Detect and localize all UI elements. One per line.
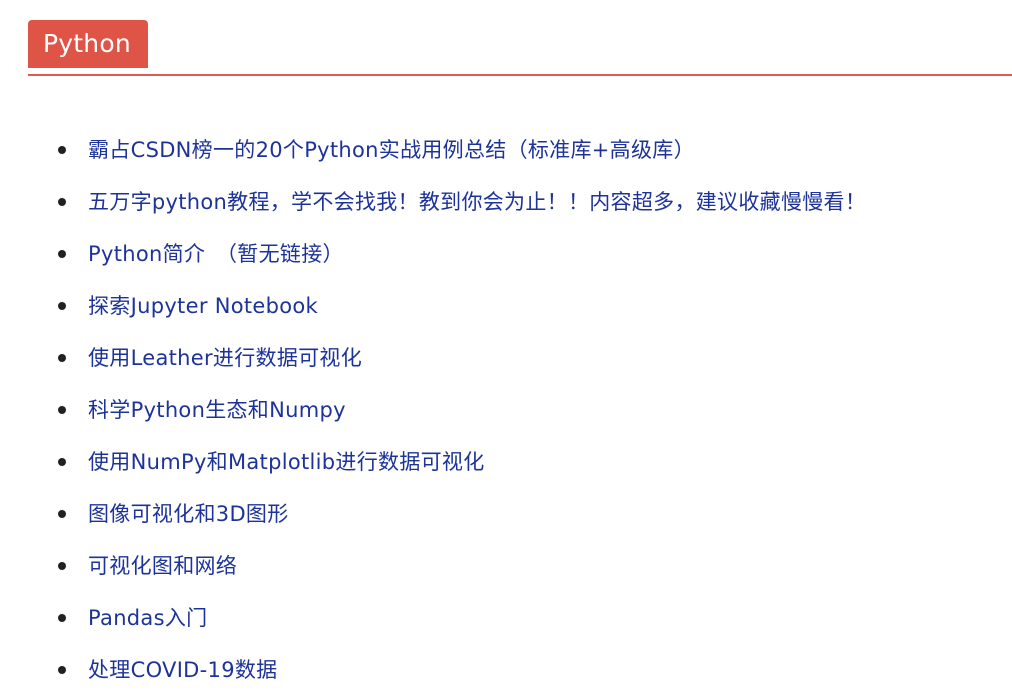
bullet-icon xyxy=(58,146,66,154)
bullet-icon xyxy=(58,510,66,518)
section-title-tag: Python xyxy=(28,20,148,68)
article-link[interactable]: 处理COVID-19数据 xyxy=(88,644,277,696)
article-link[interactable]: 使用Leather进行数据可视化 xyxy=(88,332,362,384)
article-link[interactable]: 探索Jupyter Notebook xyxy=(88,280,318,332)
article-link[interactable]: Python简介 （暂无链接） xyxy=(88,228,344,280)
bullet-icon xyxy=(58,198,66,206)
article-link[interactable]: Pandas入门 xyxy=(88,592,207,644)
bullet-icon xyxy=(58,354,66,362)
bullet-icon xyxy=(58,406,66,414)
article-link[interactable]: 霸占CSDN榜一的20个Python实战用例总结（标准库+高级库） xyxy=(88,124,695,176)
bullet-icon xyxy=(58,458,66,466)
bullet-icon xyxy=(58,250,66,258)
bullet-icon xyxy=(58,666,66,674)
article-link[interactable]: 科学Python生态和Numpy xyxy=(88,384,346,436)
bullet-icon xyxy=(58,614,66,622)
article-link[interactable]: 五万字python教程，学不会找我！教到你会为止！！内容超多，建议收藏慢慢看！ xyxy=(88,176,866,228)
bullet-icon xyxy=(58,562,66,570)
python-section: Python 霸占CSDN榜一的20个Python实战用例总结（标准库+高级库）… xyxy=(0,0,1012,696)
article-link[interactable]: 可视化图和网络 xyxy=(88,540,237,592)
section-header: Python xyxy=(28,20,1012,76)
bullet-icon xyxy=(58,302,66,310)
article-link[interactable]: 图像可视化和3D图形 xyxy=(88,488,289,540)
article-link[interactable]: 使用NumPy和Matplotlib进行数据可视化 xyxy=(88,436,485,488)
